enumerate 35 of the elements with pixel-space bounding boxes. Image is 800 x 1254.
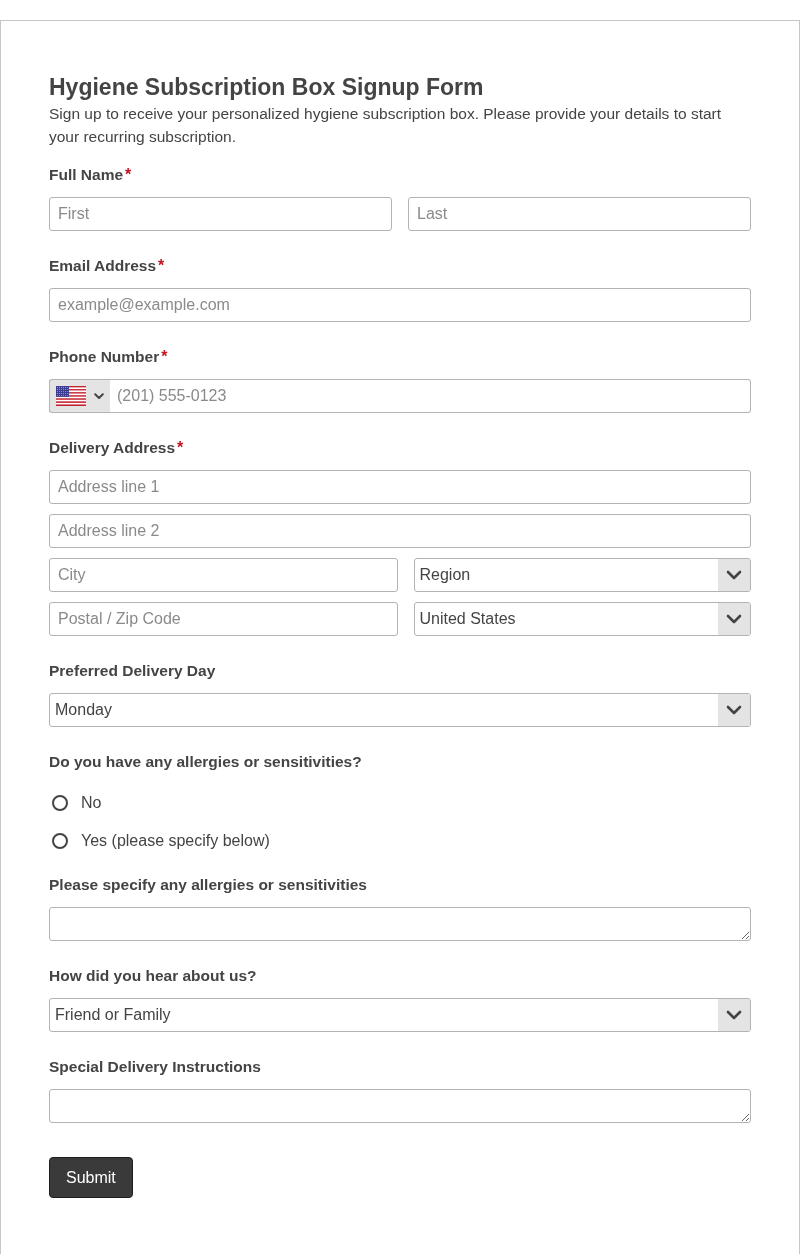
required-asterisk: *: [177, 438, 184, 458]
radio-label: Yes (please specify below): [81, 831, 270, 851]
submit-button[interactable]: Submit: [49, 1157, 133, 1198]
field-label: Email Address: [49, 256, 157, 277]
radio-button[interactable]: [52, 795, 68, 811]
field-label: Full Name: [49, 165, 124, 186]
text-input[interactable]: Postal / Zip Code: [49, 602, 398, 636]
chevron-down-icon: [718, 999, 750, 1031]
field-label: Do you have any allergies or sensitivities?: [49, 752, 362, 773]
dropdown[interactable]: United States: [413, 602, 751, 636]
radio-label: No: [81, 793, 102, 813]
radio-button[interactable]: [52, 833, 68, 849]
field-label: Please specify any allergies or sensitivities: [49, 875, 367, 896]
text-input[interactable]: City: [49, 558, 398, 592]
field-label: Phone Number: [49, 347, 160, 368]
field-label: How did you hear about us?: [49, 966, 257, 987]
dropdown[interactable]: Friend or Family: [49, 998, 751, 1032]
field-label: Preferred Delivery Day: [49, 661, 216, 682]
required-asterisk: *: [125, 165, 132, 185]
text-input[interactable]: Address line 1: [49, 470, 751, 504]
required-asterisk: *: [158, 256, 165, 276]
text-input[interactable]: First: [49, 197, 392, 231]
form-title: Hygiene Subscription Box Signup Form: [49, 73, 485, 102]
form-description: Sign up to receive your personalized hygiene subscription box. Please provide your details to start your recurring subscription.: [49, 104, 723, 147]
field-label: Delivery Address: [49, 438, 176, 459]
dropdown[interactable]: Region: [413, 558, 751, 592]
chevron-down-icon: [718, 603, 750, 635]
text-input[interactable]: Address line 2: [49, 514, 751, 548]
text-input[interactable]: example@example.com: [49, 288, 751, 322]
required-asterisk: *: [161, 347, 168, 367]
chevron-down-icon: [718, 694, 750, 726]
text-input[interactable]: Last: [408, 197, 751, 231]
chevron-down-icon: [718, 559, 750, 591]
field-label: Special Delivery Instructions: [49, 1057, 261, 1078]
dropdown[interactable]: Monday: [49, 693, 751, 727]
